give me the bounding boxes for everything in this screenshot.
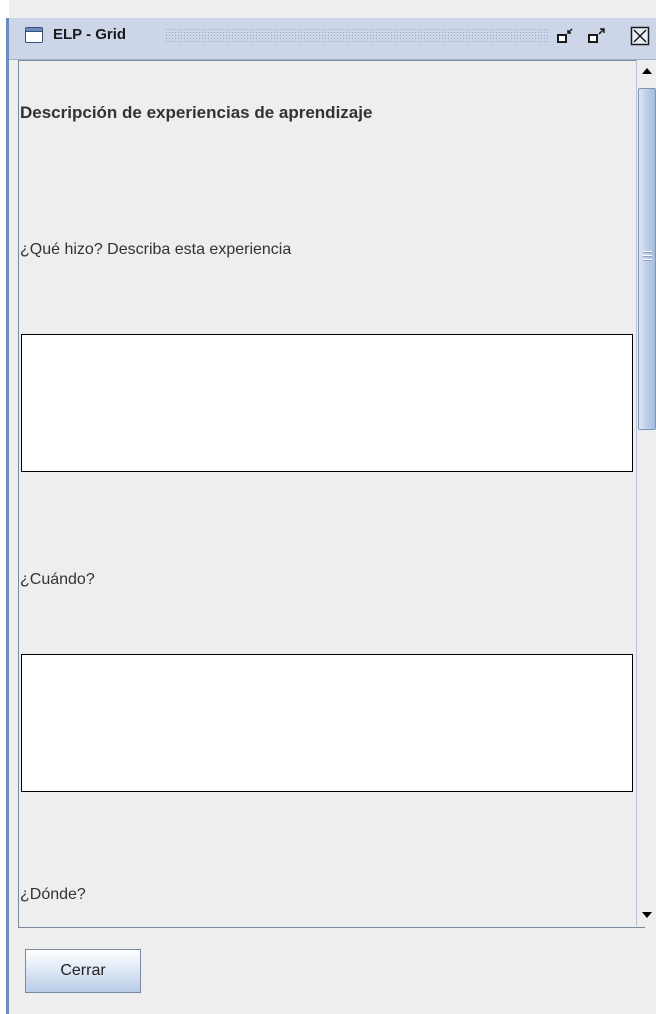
arrow-down-icon xyxy=(642,912,652,918)
form-heading: Descripción de experiencias de aprendiza… xyxy=(20,103,373,122)
iconify-icon[interactable] xyxy=(555,26,577,46)
title-bar[interactable]: ELP - Grid xyxy=(9,18,656,60)
close-icon[interactable] xyxy=(629,26,651,46)
internal-frame: ELP - Grid Descripción de experiencias d… xyxy=(9,18,656,1014)
window-title: ELP - Grid xyxy=(53,26,127,43)
maximize-icon[interactable] xyxy=(586,26,608,46)
question-where-label: ¿Dónde? xyxy=(20,886,86,903)
title-bar-grip xyxy=(165,28,549,44)
scrollbar-thumb[interactable] xyxy=(638,88,656,430)
form-content: Descripción de experiencias de aprendiza… xyxy=(19,61,635,927)
window-icon xyxy=(25,27,43,43)
window-frame-left xyxy=(0,0,9,1014)
vertical-scrollbar[interactable] xyxy=(636,60,656,926)
question-when-label: ¿Cuándo? xyxy=(20,571,95,588)
scroll-down-button[interactable] xyxy=(637,906,656,924)
question-what-field[interactable] xyxy=(21,334,633,472)
scroll-up-button[interactable] xyxy=(637,62,656,80)
thumb-grip xyxy=(643,251,652,263)
close-button[interactable]: Cerrar xyxy=(25,949,141,993)
form-scroll-pane[interactable]: Descripción de experiencias de aprendiza… xyxy=(18,60,645,928)
question-what-label: ¿Qué hizo? Describa esta experiencia xyxy=(20,241,292,258)
question-when-field[interactable] xyxy=(21,654,633,792)
arrow-up-icon xyxy=(642,68,652,74)
